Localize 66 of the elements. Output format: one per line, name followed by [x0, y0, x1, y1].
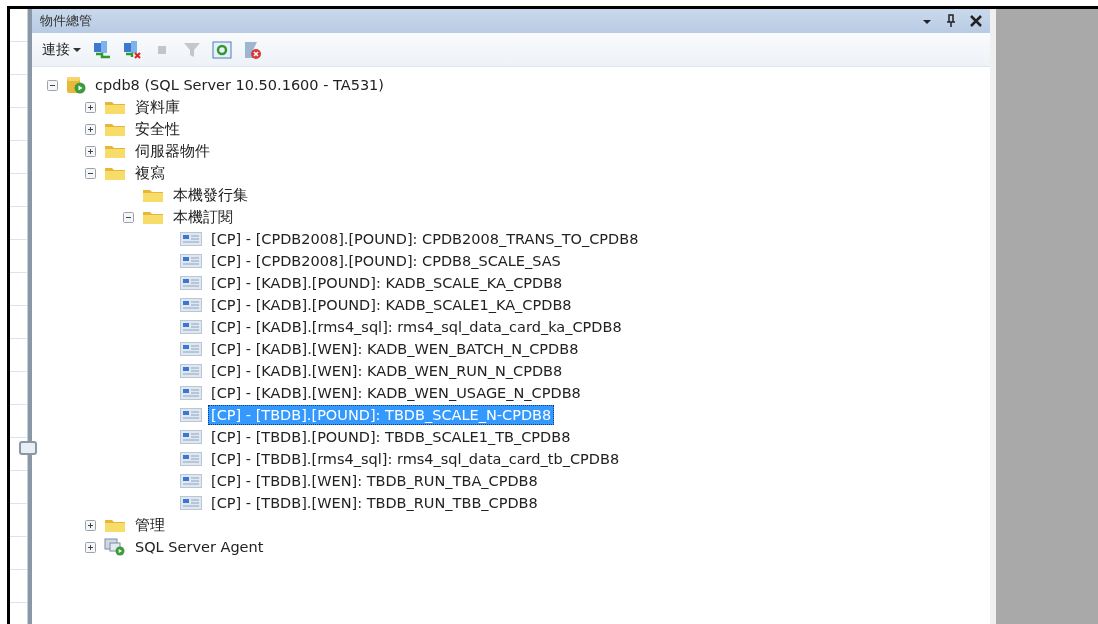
splitter-handle[interactable]: [19, 441, 37, 455]
tree-item[interactable]: [CP] - [KADB].[WEN]: KADB_WEN_RUN_N_CPDB8: [208, 361, 566, 381]
table-icon: [180, 232, 202, 246]
tree-item[interactable]: [CP] - [CPDB2008].[POUND]: CPDB2008_TRANS_TO_CPDB8: [208, 229, 642, 249]
stop-icon: [158, 45, 166, 54]
tree-item[interactable]: 本機訂閱: [170, 207, 236, 227]
tree-item[interactable]: [CP] - [TBDB].[WEN]: TBDB_RUN_TBA_CPDB8: [208, 471, 541, 491]
collapse-icon[interactable]: [122, 211, 134, 223]
table-icon: [180, 276, 202, 290]
tree-item[interactable]: 管理: [132, 515, 168, 535]
tree-item[interactable]: 複寫: [132, 163, 168, 183]
toolbar-button[interactable]: [211, 38, 233, 61]
folder-icon: [104, 165, 126, 181]
table-icon: [180, 364, 202, 378]
expand-icon[interactable]: [84, 541, 96, 553]
refresh-icon: [212, 41, 232, 58]
table-icon: [180, 430, 202, 444]
expand-icon[interactable]: [84, 145, 96, 157]
activity-monitor-icon: [245, 41, 261, 59]
pin-icon[interactable]: [946, 14, 956, 28]
folder-icon: [104, 99, 126, 115]
tree-item[interactable]: [CP] - [CPDB2008].[POUND]: CPDB8_SCALE_SAS: [208, 251, 564, 271]
tree-item[interactable]: 資料庫: [132, 97, 183, 117]
table-icon: [180, 496, 202, 510]
tree-item[interactable]: [CP] - [KADB].[POUND]: KADB_SCALE1_KA_CPDB8: [208, 295, 575, 315]
folder-icon: [104, 143, 126, 159]
tree-item[interactable]: [CP] - [TBDB].[POUND]: TBDB_SCALE1_TB_CPDB8: [208, 427, 574, 447]
folder-icon: [104, 121, 126, 137]
filter-icon: [184, 42, 200, 57]
toolbar-button[interactable]: [91, 38, 113, 61]
agent-icon: [104, 538, 126, 556]
table-icon: [180, 386, 202, 400]
expand-icon[interactable]: [84, 123, 96, 135]
table-icon: [180, 452, 202, 466]
table-icon: [180, 408, 202, 422]
panel-title: 物件總管: [40, 12, 93, 30]
tree-item[interactable]: 伺服器物件: [132, 141, 213, 161]
folder-icon: [104, 517, 126, 533]
table-icon: [180, 254, 202, 268]
tree-item[interactable]: [CP] - [TBDB].[rms4_sql]: rms4_sql_data_card_tb_CPDB8: [208, 449, 623, 469]
database-server-icon: [66, 76, 86, 94]
connect-dropdown[interactable]: 連接: [40, 38, 83, 61]
collapse-icon[interactable]: [46, 79, 58, 91]
tree-item[interactable]: cpdb8 (SQL Server 10.50.1600 - TA531): [92, 75, 387, 95]
tree-item[interactable]: [CP] - [TBDB].[WEN]: TBDB_RUN_TBB_CPDB8: [208, 493, 541, 513]
folder-icon: [142, 209, 164, 225]
tree-item[interactable]: 本機發行集: [170, 185, 251, 205]
collapse-icon[interactable]: [84, 167, 96, 179]
table-icon: [180, 474, 202, 488]
table-icon: [180, 298, 202, 312]
disconnect-icon: [124, 40, 141, 59]
caret-icon: [73, 46, 81, 53]
tree-item[interactable]: [CP] - [KADB].[WEN]: KADB_WEN_BATCH_N_CPDB8: [208, 339, 582, 359]
table-icon: [180, 342, 202, 356]
close-icon[interactable]: [970, 15, 982, 27]
connect-icon: [94, 40, 110, 58]
tree-item[interactable]: 安全性: [132, 119, 183, 139]
folder-icon: [142, 187, 164, 203]
tree-item[interactable]: SQL Server Agent: [132, 537, 267, 557]
toolbar-button[interactable]: [121, 38, 143, 61]
tree-item[interactable]: [CP] - [KADB].[POUND]: KADB_SCALE_KA_CPDB8: [208, 273, 566, 293]
expand-icon[interactable]: [84, 519, 96, 531]
table-icon: [180, 320, 202, 334]
expand-icon[interactable]: [84, 101, 96, 113]
tree-item[interactable]: [CP] - [KADB].[WEN]: KADB_WEN_USAGE_N_CPDB8: [208, 383, 584, 403]
tree-item[interactable]: [CP] - [KADB].[rms4_sql]: rms4_sql_data_card_ka_CPDB8: [208, 317, 625, 337]
